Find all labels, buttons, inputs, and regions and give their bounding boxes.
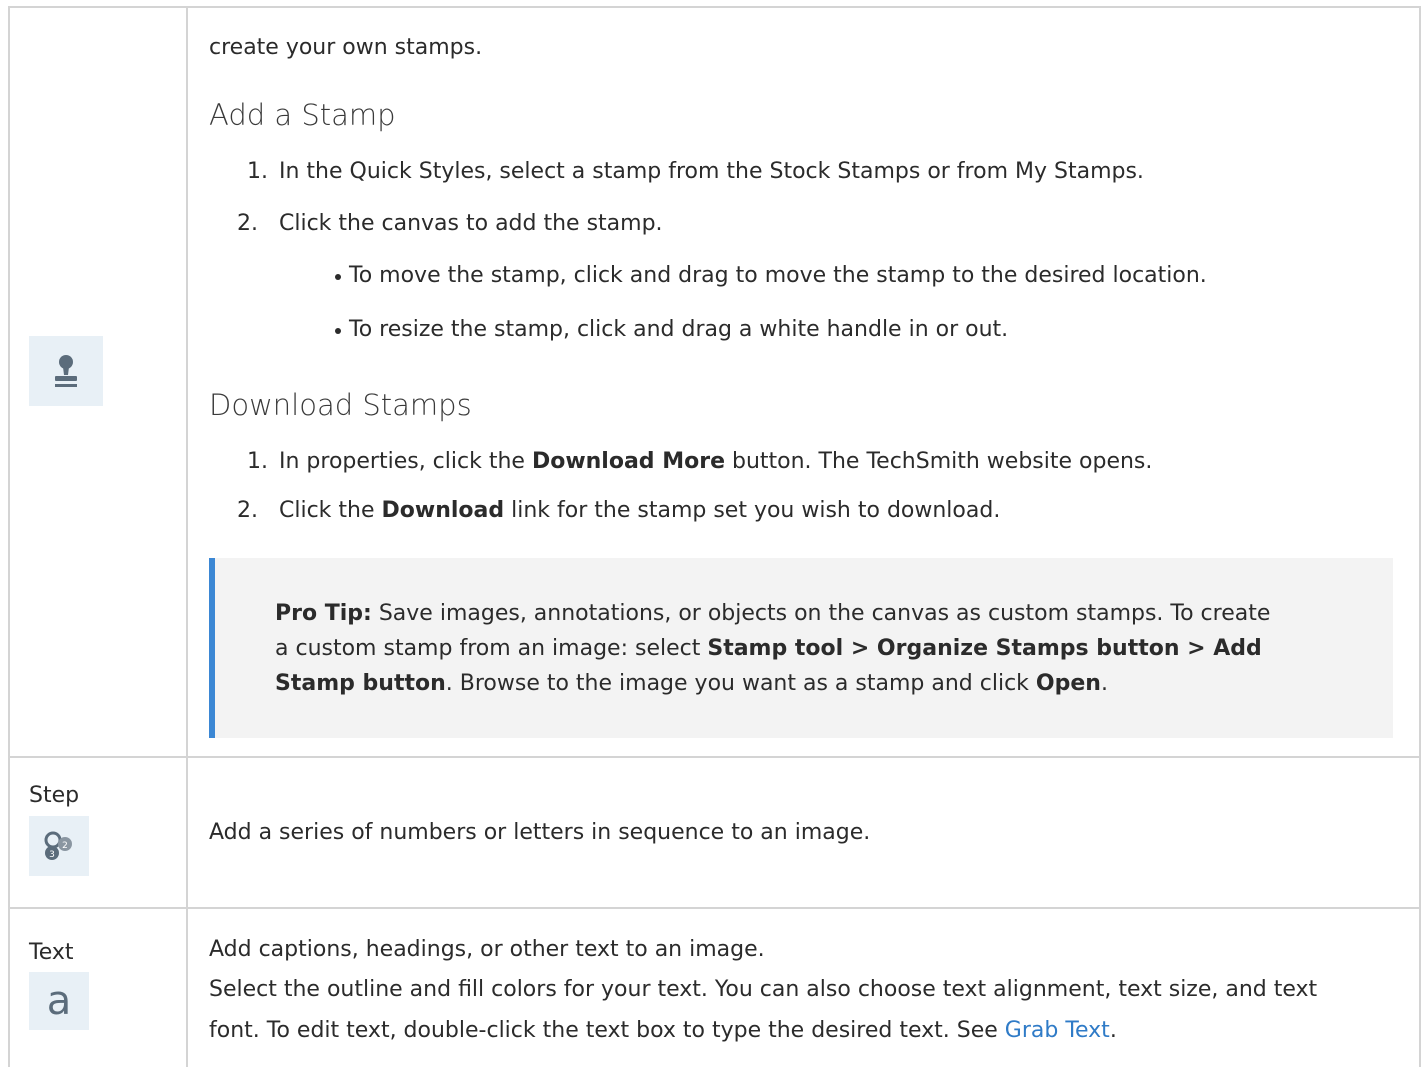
table-row-divider bbox=[8, 907, 1421, 909]
list-number: 2. bbox=[237, 211, 258, 236]
text-tool-icon: a bbox=[29, 972, 89, 1030]
list-item: In the Quick Styles, select a stamp from… bbox=[279, 159, 1144, 184]
list-number: 2. bbox=[237, 498, 258, 523]
pro-tip-line: Stamp button. Browse to the image you wa… bbox=[275, 671, 1108, 696]
list-item: In properties, click the Download More b… bbox=[279, 449, 1153, 474]
text-tool-label: Text bbox=[29, 940, 74, 965]
stamp-icon bbox=[29, 336, 103, 406]
bullet-dot bbox=[335, 328, 341, 334]
text-tool-description-line: Add captions, headings, or other text to… bbox=[209, 937, 765, 962]
list-number: 1. bbox=[247, 159, 268, 184]
step-tool-label: Step bbox=[29, 783, 80, 808]
bullet-dot bbox=[335, 274, 341, 280]
list-item: To move the stamp, click and drag to mov… bbox=[349, 263, 1207, 288]
pro-tip-line: Pro Tip: Save images, annotations, or ob… bbox=[275, 601, 1271, 626]
ui-term: Download bbox=[381, 498, 505, 523]
step-icon: 2 3 bbox=[29, 816, 89, 876]
pro-tip-accent-bar bbox=[209, 558, 215, 738]
text-tool-description-line: Select the outline and fill colors for y… bbox=[209, 977, 1318, 1002]
add-stamp-heading: Add a Stamp bbox=[209, 98, 396, 132]
table-top-border bbox=[8, 6, 1421, 8]
grab-text-link[interactable]: Grab Text bbox=[1005, 1018, 1110, 1043]
pro-tip-line: a custom stamp from an image: select Sta… bbox=[275, 636, 1262, 661]
table-row-divider bbox=[8, 756, 1421, 758]
ui-term: Download More bbox=[531, 449, 725, 474]
text-tool-description-line: font. To edit text, double-click the tex… bbox=[209, 1018, 1117, 1043]
list-item: Click the canvas to add the stamp. bbox=[279, 211, 663, 236]
stamp-intro-text: create your own stamps. bbox=[209, 35, 483, 60]
step-tool-description: Add a series of numbers or letters in se… bbox=[209, 820, 871, 845]
list-number: 1. bbox=[247, 449, 268, 474]
list-item: Click the Download link for the stamp se… bbox=[279, 498, 1001, 523]
download-stamps-heading: Download Stamps bbox=[209, 388, 472, 422]
svg-text:2: 2 bbox=[62, 841, 68, 851]
list-item: To resize the stamp, click and drag a wh… bbox=[349, 317, 1009, 342]
pro-tip-label: Pro Tip: bbox=[275, 601, 372, 626]
svg-text:3: 3 bbox=[49, 850, 55, 860]
